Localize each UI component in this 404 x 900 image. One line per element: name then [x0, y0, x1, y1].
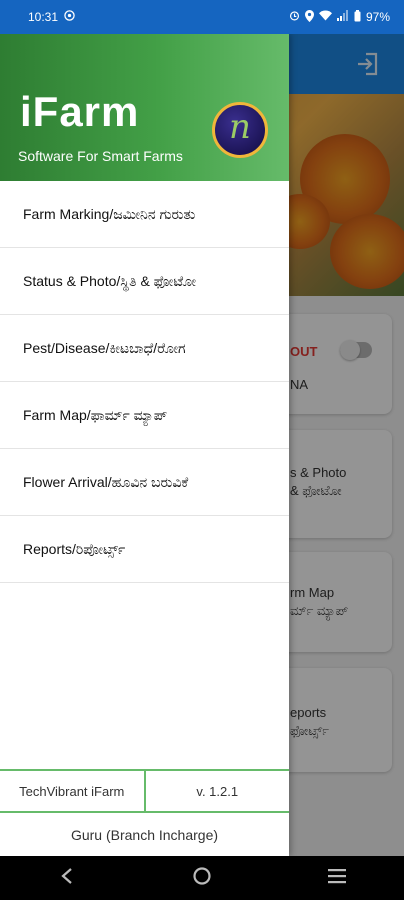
menu-lines-icon [327, 868, 346, 889]
home-icon [192, 866, 212, 891]
menu-item-label: Pest/Disease/ಕೀಟಬಾಧೆ/ರೋಗ [23, 339, 186, 356]
company-name: TechVibrant iFarm [0, 771, 146, 811]
whatsapp-icon [64, 10, 75, 24]
menu-item-label: Status & Photo/ಸ್ಥಿತಿ & ಫೋಟೋ [23, 272, 197, 289]
menu-item-pest-disease[interactable]: Pest/Disease/ಕೀಟಬಾಧೆ/ರೋಗ [0, 315, 289, 382]
menu-item-label: Reports/ರಿಪೋರ್ಟ್ಸ್ [23, 540, 126, 557]
battery-icon [354, 9, 361, 25]
back-icon [60, 867, 74, 890]
app-version: v. 1.2.1 [196, 783, 239, 799]
location-icon [304, 9, 314, 25]
logo-letter: n [229, 107, 251, 147]
menu-item-reports[interactable]: Reports/ರಿಪೋರ್ಟ್ಸ್ [0, 516, 289, 583]
recents-button[interactable] [317, 863, 357, 893]
drawer-menu: Farm Marking/ಜಮೀನಿನ ಗುರುತು Status & Phot… [0, 181, 289, 583]
company-logo: n [212, 102, 268, 158]
menu-item-farm-marking[interactable]: Farm Marking/ಜಮೀನಿನ ಗುರುತು [0, 181, 289, 248]
battery-level: 97% [365, 10, 390, 24]
footer-info-row: TechVibrant iFarm v. 1.2.1 [0, 769, 289, 813]
app-subtitle: Software For Smart Farms [18, 148, 183, 164]
wifi-icon [318, 10, 332, 24]
menu-item-label: Farm Map/ಫಾರ್ಮ್ ಮ್ಯಾಪ್ [23, 406, 168, 423]
drawer-header: iFarm Software For Smart Farms n [0, 34, 289, 181]
status-time: 10:31 [28, 10, 59, 24]
menu-item-label: Farm Marking/ಜಮೀನಿನ ಗುರುತು [23, 205, 196, 222]
drawer-footer: TechVibrant iFarm v. 1.2.1 Guru (Branch … [0, 769, 289, 856]
menu-item-status-photo[interactable]: Status & Photo/ಸ್ಥಿತಿ & ಫೋಟೋ [0, 248, 289, 315]
menu-item-label: Flower Arrival/ಹೂವಿನ ಬರುವಿಕೆ [23, 473, 189, 490]
home-button[interactable] [182, 863, 222, 893]
back-button[interactable] [47, 863, 87, 893]
app-title: iFarm [20, 88, 140, 135]
signal-icon [336, 10, 349, 24]
menu-item-farm-map[interactable]: Farm Map/ಫಾರ್ಮ್ ಮ್ಯಾಪ್ [0, 382, 289, 449]
menu-item-flower-arrival[interactable]: Flower Arrival/ಹೂವಿನ ಬರುವಿಕೆ [0, 449, 289, 516]
system-nav-bar [0, 856, 404, 900]
alarm-icon [289, 10, 300, 24]
navigation-drawer: iFarm Software For Smart Farms n Farm Ma… [0, 34, 289, 856]
logged-in-user: Guru (Branch Incharge) [70, 826, 219, 843]
status-bar: 10:31 97% [0, 0, 404, 34]
